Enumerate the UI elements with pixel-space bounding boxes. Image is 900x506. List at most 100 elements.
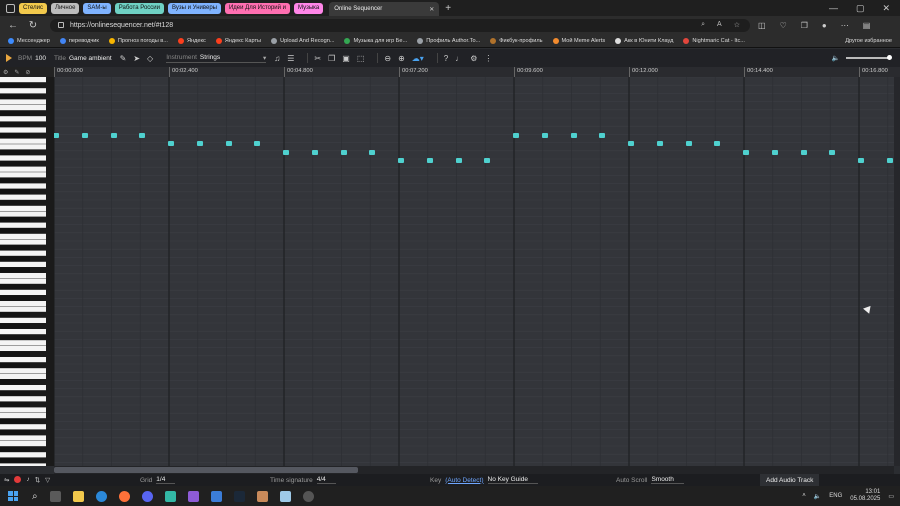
read-aloud-icon[interactable]: A — [717, 21, 722, 29]
help-icon[interactable]: ? — [444, 54, 448, 63]
url-field[interactable]: https://onlinesequencer.net/#t128 ⌕ A ☆ — [50, 18, 750, 32]
tray-chevron-icon[interactable]: ˄ — [802, 493, 806, 499]
volume-slider[interactable] — [846, 55, 892, 60]
sequencer-note[interactable] — [829, 150, 836, 155]
pointer-icon[interactable]: ➤ — [133, 54, 140, 63]
tab-group[interactable]: Идеи Для Историй и — [224, 2, 291, 14]
pencil-icon[interactable]: ✎ — [14, 69, 19, 76]
sequencer-note[interactable] — [426, 158, 433, 163]
sequencer-note[interactable] — [54, 133, 59, 138]
instrument-edit-icon[interactable]: ♫ — [274, 54, 280, 63]
task-view-icon[interactable] — [49, 490, 61, 502]
discord-icon[interactable] — [141, 490, 153, 502]
import-icon[interactable]: ⇅ — [35, 476, 40, 484]
sequencer-note[interactable] — [340, 150, 347, 155]
sequencer-note[interactable] — [541, 133, 548, 138]
firefox-icon[interactable] — [118, 490, 130, 502]
filter-icon[interactable]: ▽ — [45, 476, 50, 484]
bookmark-item[interactable]: Акк в Юнити Клауд — [615, 37, 673, 44]
more-options-icon[interactable]: ⋮ — [484, 54, 492, 63]
notes-app-icon[interactable] — [279, 490, 291, 502]
sidebar-icon[interactable]: ▤ — [863, 21, 871, 30]
cut-icon[interactable]: ✂ — [314, 54, 321, 63]
zoom-in-icon[interactable]: ⊕ — [398, 54, 405, 63]
key-value[interactable]: No Key Guide — [487, 476, 538, 484]
sequencer-note[interactable] — [311, 150, 318, 155]
sequencer-note[interactable] — [455, 158, 462, 163]
metronome-icon[interactable]: ♩ — [455, 54, 463, 63]
steam-icon[interactable] — [233, 490, 245, 502]
minimize-icon[interactable]: — — [829, 3, 838, 14]
grid-value[interactable]: 1/4 — [156, 476, 176, 484]
sequencer-note[interactable] — [168, 141, 174, 146]
maximize-icon[interactable]: ▢ — [856, 3, 865, 14]
tab-active[interactable]: Online Sequencer ✕ — [329, 2, 440, 16]
bookmark-item[interactable]: Мессенджер — [8, 37, 50, 44]
sequencer-note[interactable] — [656, 141, 663, 146]
tab-group[interactable]: Вузы и Универы — [167, 2, 221, 14]
key-setting[interactable]: Key (Auto Detect) No Key Guide — [430, 476, 538, 484]
notifications-icon[interactable]: ▭ — [888, 493, 894, 500]
more-menu-icon[interactable]: ⋯ — [841, 21, 849, 30]
settings-icon[interactable]: ⚙ — [470, 54, 477, 63]
favorites-icon[interactable]: ♡ — [780, 21, 787, 30]
sequencer-note[interactable] — [225, 141, 232, 146]
settings-icon[interactable]: ⚙ — [3, 69, 8, 76]
tab-group[interactable]: Работа России — [114, 2, 164, 14]
eraser-icon[interactable]: ◇ — [147, 54, 153, 63]
sequencer-note[interactable] — [398, 158, 404, 163]
edge-icon[interactable] — [95, 490, 107, 502]
sequencer-note[interactable] — [283, 150, 289, 155]
horizontal-scroll-thumb[interactable] — [54, 467, 358, 473]
timeline-ruler[interactable]: ⚙ ✎ ⊘ 00:00.000 00:02.400 00:04.800 00:07.2… — [0, 67, 900, 77]
record-icon[interactable] — [14, 476, 22, 483]
unity-icon[interactable] — [302, 490, 314, 502]
workspaces-icon[interactable] — [6, 3, 15, 13]
tab-group[interactable]: Музыка — [294, 2, 324, 14]
play-icon[interactable] — [6, 54, 12, 62]
auto-detect-link[interactable]: (Auto Detect) — [445, 477, 483, 484]
tab-group[interactable]: Личное — [51, 2, 80, 14]
pencil-icon[interactable]: ✎ — [120, 54, 127, 63]
tab-group[interactable]: Стелис — [19, 2, 48, 14]
zoom-out-icon[interactable]: ⊖ — [384, 54, 391, 63]
copy-icon[interactable]: ❐ — [328, 54, 335, 63]
clock[interactable]: 13:01 05.08.2025 — [850, 489, 880, 503]
search-icon[interactable]: ⌕ — [32, 491, 38, 502]
bookmark-item[interactable]: переводчик — [59, 37, 99, 44]
piano-keyboard[interactable] — [0, 77, 54, 466]
bookmark-item[interactable]: Профиль Author.To... — [417, 37, 480, 44]
sequencer-note[interactable] — [81, 133, 88, 138]
favorite-star-icon[interactable]: ☆ — [734, 21, 740, 29]
speaker-icon[interactable]: 🔈 — [814, 493, 821, 500]
tab-group[interactable]: SAM-ы — [83, 2, 111, 14]
grid-setting[interactable]: Grid 1/4 — [140, 476, 176, 484]
sequencer-note[interactable] — [685, 141, 692, 146]
time-signature-value[interactable]: 4/4 — [316, 476, 336, 484]
horizontal-scrollbar[interactable] — [54, 466, 894, 474]
sequencer-note[interactable] — [513, 133, 519, 138]
sequencer-note[interactable] — [743, 150, 749, 155]
sequencer-note[interactable] — [484, 158, 491, 163]
bookmark-item[interactable]: Nightmaric Cat - Itc... — [683, 37, 745, 44]
close-window-icon[interactable]: ✕ — [882, 3, 890, 14]
search-icon[interactable]: ⌕ — [701, 21, 705, 29]
reload-icon[interactable]: ↻ — [26, 20, 40, 31]
loop-icon[interactable]: ⇋ — [4, 476, 9, 484]
close-tab-icon[interactable]: ✕ — [429, 6, 434, 13]
note-grid[interactable] — [54, 77, 894, 466]
bookmark-item[interactable]: Прогноз погоды в... — [108, 37, 168, 44]
sequencer-note[interactable] — [570, 133, 577, 138]
bookmark-item[interactable]: Upload And Recogn... — [271, 37, 334, 44]
sequencer-note[interactable] — [254, 141, 261, 146]
word-icon[interactable] — [210, 490, 222, 502]
title-input[interactable]: Game ambient — [69, 55, 112, 62]
visual-studio-icon[interactable] — [187, 490, 199, 502]
sequencer-note[interactable] — [858, 158, 864, 163]
sequencer-note[interactable] — [369, 150, 376, 155]
sequencer-note[interactable] — [110, 133, 117, 138]
app-icon[interactable] — [164, 490, 176, 502]
sequencer-note[interactable] — [628, 141, 634, 146]
language-indicator[interactable]: ENG — [829, 493, 842, 499]
clear-icon[interactable]: ⊘ — [25, 69, 30, 76]
